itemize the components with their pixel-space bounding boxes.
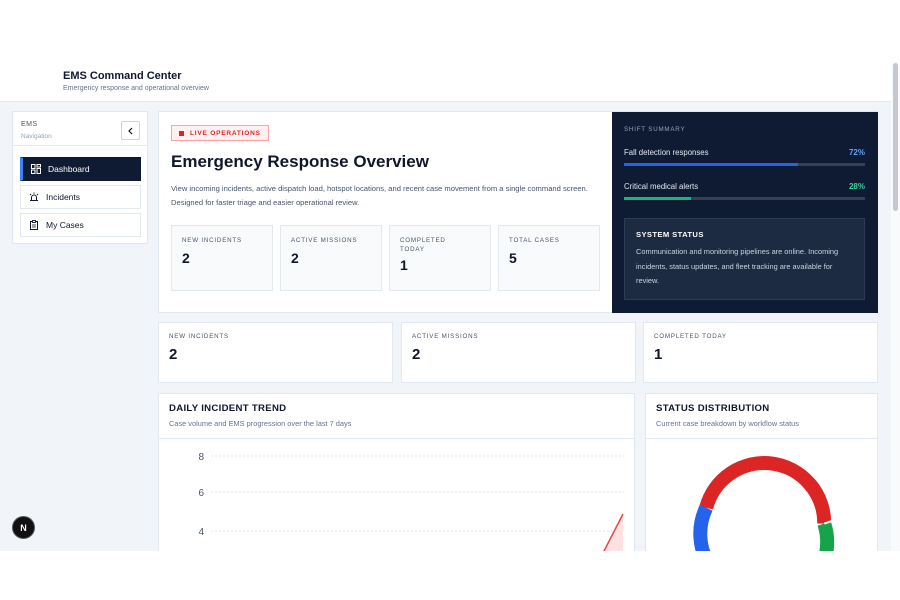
sidebar-title: EMS [21,121,38,128]
sidebar: EMS Navigation Dashboard Incidents My Ca… [12,111,148,244]
sidebar-item-label: My Cases [46,220,84,230]
stat-value: 2 [412,346,421,363]
system-status-title: SYSTEM STATUS [636,230,704,239]
live-dot-icon [179,130,184,136]
progress-value: 72% [848,148,865,157]
sidebar-collapse-button[interactable] [121,121,140,140]
stat-value: 1 [400,257,408,273]
sidebar-item-label: Dashboard [48,164,90,174]
progress-label: Fall detection responses [624,148,709,157]
progress-critical-alerts: Critical medical alerts 28% [624,182,865,200]
daily-incident-trend-panel: DAILY INCIDENT TREND Case volume and EMS… [158,393,635,551]
sidebar-subtitle: Navigation [21,133,52,140]
page-description: View incoming incidents, active dispatch… [171,184,588,207]
stat-label: NEW INCIDENTS [182,237,242,244]
progress-value: 28% [848,182,865,191]
overview-hero: LIVE OPERATIONS Emergency Response Overv… [158,111,878,313]
panel-header: STATUS DISTRIBUTION Current case breakdo… [646,394,877,439]
viewport: EMS Command Center Emergency response an… [0,61,900,551]
app-subtitle: Emergency response and operational overv… [63,85,209,92]
stat-card-new-incidents: NEW INCIDENTS 2 [158,322,393,383]
panel-header: DAILY INCIDENT TREND Case volume and EMS… [159,394,634,439]
shift-summary-label: SHIFT SUMMARY [624,126,686,133]
sidebar-item-dashboard[interactable]: Dashboard [20,157,141,181]
trend-chart: 8 6 4 [198,452,624,551]
progress-label: Critical medical alerts [624,182,699,191]
stat-value: 5 [509,250,517,266]
chevron-left-icon [127,127,132,134]
panel-subtitle: Current case breakdown by workflow statu… [656,419,799,428]
stat-value: 2 [182,250,190,266]
donut-slice-green [817,521,835,551]
hero-stat-new-incidents: NEW INCIDENTS 2 [171,225,273,291]
clipboard-icon [30,220,38,230]
y-tick-label: 6 [198,488,204,499]
status-distribution-panel: STATUS DISTRIBUTION Current case breakdo… [645,393,878,551]
sidebar-header: EMS Navigation [13,112,147,146]
progress-track [624,163,865,166]
y-tick-label: 8 [198,452,204,463]
page-scrollbar[interactable] [891,61,900,551]
panel-subtitle: Case volume and EMS progression over the… [169,419,352,428]
page-title: Emergency Response Overview [171,152,429,171]
sidebar-item-my-cases[interactable]: My Cases [20,213,141,237]
dashboard-grid-icon [31,164,41,174]
panel-title: STATUS DISTRIBUTION [656,403,770,414]
stat-label: ACTIVE MISSIONS [412,333,479,340]
progress-track [624,197,865,200]
stat-card-completed-today: COMPLETED TODAY 1 [643,322,878,383]
stat-card-active-missions: ACTIVE MISSIONS 2 [401,322,636,383]
live-operations-badge: LIVE OPERATIONS [171,125,269,141]
sidebar-item-incidents[interactable]: Incidents [20,185,141,209]
stat-label: COMPLETED TODAY [654,333,727,340]
stat-label: NEW INCIDENTS [169,333,229,340]
siren-icon [29,192,39,201]
stat-label: COMPLETED TODAY [400,237,446,253]
donut-slice-red [699,456,832,524]
shift-summary-panel: SHIFT SUMMARY Fall detection responses 7… [612,112,878,313]
system-status-box: SYSTEM STATUS Communication and monitori… [624,218,865,300]
stat-label: TOTAL CASES [509,237,560,244]
next-dev-indicator-button[interactable]: N [12,516,35,539]
hero-stat-total-cases: TOTAL CASES 5 [498,225,600,291]
progress-fall-detection: Fall detection responses 72% [624,148,865,166]
stat-label: ACTIVE MISSIONS [291,237,358,244]
stat-value: 1 [654,346,663,363]
sidebar-item-label: Incidents [46,192,81,202]
progress-fill [624,197,692,200]
progress-fill [624,163,798,166]
y-tick-label: 4 [198,527,204,538]
scrollbar-thumb[interactable] [893,63,898,211]
app-title: EMS Command Center [63,70,182,82]
badge-label: LIVE OPERATIONS [190,129,261,137]
stat-value: 2 [169,346,178,363]
hero-stat-completed-today: COMPLETED TODAY 1 [389,225,491,291]
hero-stat-active-missions: ACTIVE MISSIONS 2 [280,225,382,291]
top-header: EMS Command Center Emergency response an… [0,61,891,102]
donut-slice-blue [693,504,713,551]
stat-value: 2 [291,250,299,266]
status-donut-chart [693,456,835,551]
next-badge-label: N [20,522,27,533]
panel-title: DAILY INCIDENT TREND [169,403,287,414]
system-status-text: Communication and monitoring pipelines a… [636,247,839,285]
